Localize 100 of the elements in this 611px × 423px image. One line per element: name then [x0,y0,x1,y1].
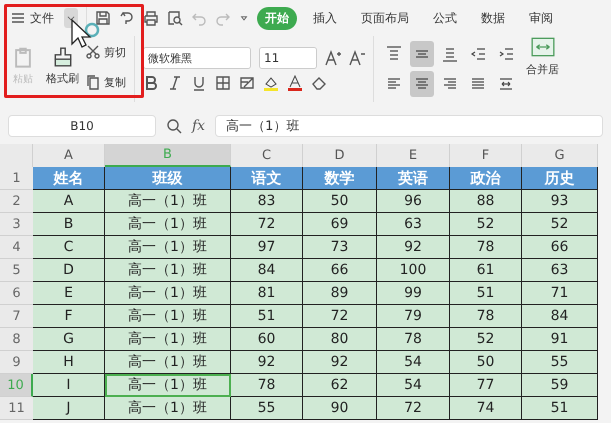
table-cell: 52 [522,213,598,236]
row-number[interactable]: 9 [0,351,33,374]
italic-icon[interactable] [167,75,183,91]
underline-icon[interactable] [191,75,207,91]
table-cell: 77 [450,374,522,397]
header-cell: 政治 [450,167,522,190]
table-cell: 59 [522,374,598,397]
table-cell: 96 [377,190,450,213]
column-header[interactable]: G [522,144,598,167]
font-family-field[interactable]: 微软雅黑 [143,47,251,69]
table-cell: 66 [522,236,598,259]
formula-field[interactable]: 高一（1）班 [215,115,603,137]
column-header[interactable]: A [33,144,105,167]
table-cell: 72 [377,397,450,420]
ribbon-tab[interactable]: 插入 [305,6,345,30]
table-cell: 99 [377,282,450,305]
table-cell: 74 [450,397,522,420]
ribbon-tab[interactable]: 数据 [473,6,513,30]
table-cell: 高一（1）班 [105,190,231,213]
fill-color-icon[interactable] [263,75,279,91]
table-cell: 62 [303,374,377,397]
table-cell: 高一（1）班 [105,374,231,397]
scissors-icon [85,44,101,60]
print-icon[interactable] [143,10,159,26]
bold-icon[interactable] [143,75,159,91]
table-cell: 92 [303,351,377,374]
table-cell: E [33,282,105,305]
table-cell: 52 [450,328,522,351]
table-cell: 高一（1）班 [105,328,231,351]
ribbon-tab[interactable]: 页面布局 [353,6,417,30]
name-box[interactable]: B10 [8,115,156,137]
row-number[interactable]: 7 [0,305,33,328]
row-number[interactable]: 11 [0,397,33,420]
cell-style-icon[interactable] [239,75,255,91]
table-cell: 高一（1）班 [105,351,231,374]
row-number[interactable]: 1 [0,167,33,190]
table-cell: 73 [303,236,377,259]
brush-icon [52,46,74,68]
zoom-icon[interactable] [166,118,182,134]
ribbon-tab[interactable]: 公式 [425,6,465,30]
table-cell: 78 [231,374,303,397]
copy-button[interactable]: 复制 [85,74,126,90]
clipboard-icon [12,46,34,68]
align-middle-button[interactable] [410,41,434,67]
table-cell: 92 [377,236,450,259]
column-header[interactable]: F [450,144,522,167]
header-cell: 英语 [377,167,450,190]
cut-button[interactable]: 剪切 [85,44,126,60]
table-cell: 97 [231,236,303,259]
grow-font-icon[interactable] [325,50,341,66]
format-painter-button[interactable]: 格式刷 [46,46,79,86]
column-header[interactable]: D [303,144,377,167]
table-cell: 51 [522,397,598,420]
row-number[interactable]: 6 [0,282,33,305]
font-color-icon[interactable] [287,75,303,91]
table-cell: 83 [231,190,303,213]
column-header[interactable]: E [377,144,450,167]
shrink-font-icon[interactable] [349,50,365,66]
table-cell: 54 [377,374,450,397]
table-cell: 高一（1）班 [105,397,231,420]
table-cell: 66 [303,259,377,282]
save-icon[interactable] [95,10,111,26]
header-cell: 数学 [303,167,377,190]
row-number[interactable]: 2 [0,190,33,213]
header-cell: 班级 [105,167,231,190]
borders-icon[interactable] [215,75,231,91]
table-cell: G [33,328,105,351]
table-cell: 50 [450,351,522,374]
row-number[interactable]: 3 [0,213,33,236]
row-number[interactable]: 8 [0,328,33,351]
table-cell: 91 [522,328,598,351]
print-preview-icon[interactable] [167,10,183,26]
hook-arrow-icon[interactable] [119,10,135,26]
table-cell: 78 [450,305,522,328]
file-menu[interactable]: 文件 [8,10,56,26]
table-cell: J [33,397,105,420]
table-cell: 93 [522,190,598,213]
merge-center-button[interactable]: 合并居 [526,36,559,102]
font-size-field[interactable]: 11 [259,47,317,69]
table-cell: 55 [522,351,598,374]
row-number[interactable]: 4 [0,236,33,259]
table-cell: 51 [450,282,522,305]
align-center-button[interactable] [410,71,434,97]
table-cell: 61 [450,259,522,282]
table-cell: 54 [377,351,450,374]
table-cell: 50 [303,190,377,213]
table-cell: 55 [231,397,303,420]
table-cell: 63 [522,259,598,282]
table-cell: 高一（1）班 [105,236,231,259]
header-cell: 语文 [231,167,303,190]
column-header[interactable]: C [231,144,303,167]
row-number[interactable]: 5 [0,259,33,282]
table-cell: 高一（1）班 [105,213,231,236]
copy-icon [85,74,101,90]
eraser-icon[interactable] [311,75,327,91]
table-cell: 51 [231,305,303,328]
table-cell: 84 [231,259,303,282]
table-cell: 78 [450,236,522,259]
ribbon-tab[interactable]: 审阅 [521,6,561,30]
function-label[interactable]: fx [192,118,206,134]
